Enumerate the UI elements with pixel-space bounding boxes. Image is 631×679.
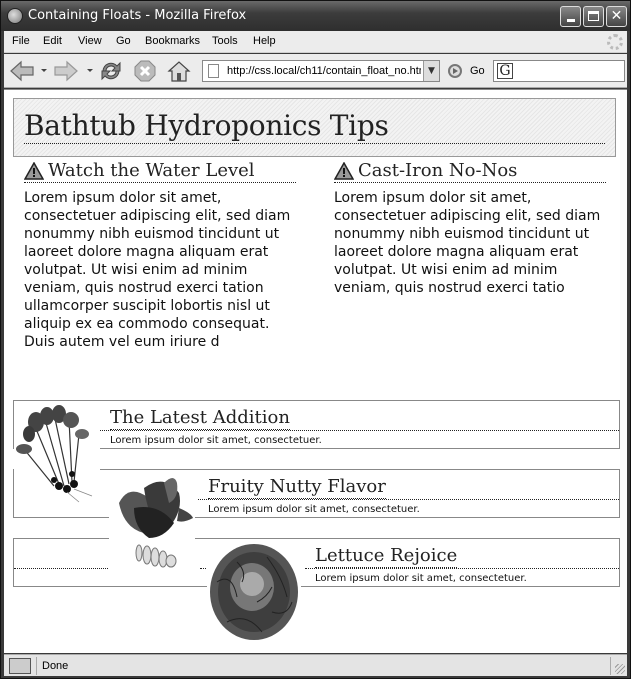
- page-icon: [208, 64, 219, 78]
- title-bar[interactable]: Containing Floats - Mozilla Firefox ✕: [1, 1, 630, 31]
- lettuce-image: [207, 542, 301, 642]
- menu-bookmarks[interactable]: Bookmarks: [145, 35, 200, 47]
- feature-box: Lettuce Rejoice Lorem ipsum dolor sit am…: [13, 538, 620, 587]
- feature-blurb: Lorem ipsum dolor sit amet, consectetuer…: [208, 504, 420, 515]
- page-header: Bathtub Hydroponics Tips: [13, 98, 616, 157]
- status-icon: [9, 658, 31, 674]
- window-title: Containing Floats - Mozilla Firefox: [28, 8, 247, 23]
- divider: [305, 568, 619, 569]
- divider: [100, 430, 619, 431]
- url-bar[interactable]: http://css.local/ch11/contain_float_no.h…: [202, 60, 440, 82]
- feature-title: The Latest Addition: [110, 407, 290, 430]
- reload-icon[interactable]: [99, 60, 123, 82]
- go-icon[interactable]: [448, 64, 462, 78]
- close-icon: ✕: [610, 8, 623, 24]
- status-bar: Done: [4, 654, 627, 676]
- tip-body: Lorem ipsum dolor sit amet, consectetuer…: [334, 190, 601, 296]
- warning-icon: [334, 161, 354, 180]
- separator: [610, 657, 611, 675]
- maximize-icon: [588, 11, 599, 21]
- warning-icon: [24, 161, 44, 180]
- firefox-icon: [7, 8, 23, 24]
- back-arrow-icon[interactable]: [9, 60, 35, 82]
- tip-body: Lorem ipsum dolor sit amet, consectetuer…: [24, 190, 291, 350]
- divider: [198, 499, 619, 500]
- menu-file[interactable]: File: [12, 35, 30, 47]
- feature-box: Fruity Nutty Flavor Lorem ipsum dolor si…: [13, 469, 620, 518]
- url-text[interactable]: http://css.local/ch11/contain_float_no.h…: [227, 65, 421, 77]
- browser-window: Containing Floats - Mozilla Firefox ✕ Fi…: [0, 0, 631, 679]
- search-engine-icon[interactable]: G: [497, 63, 513, 79]
- separator: [36, 657, 37, 675]
- feature-blurb: Lorem ipsum dolor sit amet, consectetuer…: [315, 573, 527, 584]
- tip-heading: Watch the Water Level: [24, 160, 296, 183]
- maximize-button[interactable]: [583, 6, 604, 27]
- radish-image: [14, 404, 100, 504]
- search-input[interactable]: G: [493, 60, 625, 82]
- menu-edit[interactable]: Edit: [43, 35, 62, 47]
- menu-go[interactable]: Go: [116, 35, 131, 47]
- tip-heading: Cast-Iron No-Nos: [334, 160, 606, 183]
- close-button[interactable]: ✕: [606, 6, 627, 27]
- tip-heading-text: Cast-Iron No-Nos: [358, 160, 518, 181]
- menu-bar: File Edit View Go Bookmarks Tools Help: [4, 31, 627, 53]
- minimize-button[interactable]: [560, 6, 581, 27]
- tip-column: Watch the Water Level Lorem ipsum dolor …: [24, 160, 296, 351]
- home-icon[interactable]: [167, 60, 191, 82]
- resize-grip[interactable]: [615, 664, 625, 674]
- back-dropdown-icon[interactable]: [41, 69, 47, 72]
- go-button[interactable]: Go: [470, 65, 485, 77]
- divider: [14, 568, 110, 569]
- stop-icon[interactable]: [134, 60, 156, 82]
- menu-tools[interactable]: Tools: [212, 35, 238, 47]
- page-title: Bathtub Hydroponics Tips: [24, 109, 605, 144]
- page-content: Bathtub Hydroponics Tips Watch the Water…: [4, 89, 627, 653]
- url-dropdown-icon[interactable]: ▼: [423, 61, 439, 81]
- navigation-toolbar: http://css.local/ch11/contain_float_no.h…: [4, 54, 627, 88]
- status-text: Done: [42, 660, 69, 672]
- tip-column: Cast-Iron No-Nos Lorem ipsum dolor sit a…: [334, 160, 606, 297]
- forward-dropdown-icon[interactable]: [87, 69, 93, 72]
- forward-arrow-icon[interactable]: [53, 60, 79, 82]
- throbber-icon: [607, 34, 623, 50]
- feature-title: Lettuce Rejoice: [315, 545, 458, 568]
- minimize-icon: [566, 19, 575, 22]
- tip-heading-text: Watch the Water Level: [48, 160, 255, 181]
- feature-title: Fruity Nutty Flavor: [208, 476, 386, 499]
- spinach-image: [109, 473, 195, 573]
- feature-blurb: Lorem ipsum dolor sit amet, consectetuer…: [110, 435, 322, 446]
- menu-view[interactable]: View: [78, 35, 102, 47]
- feature-box: The Latest Addition Lorem ipsum dolor si…: [13, 400, 620, 449]
- menu-help[interactable]: Help: [253, 35, 276, 47]
